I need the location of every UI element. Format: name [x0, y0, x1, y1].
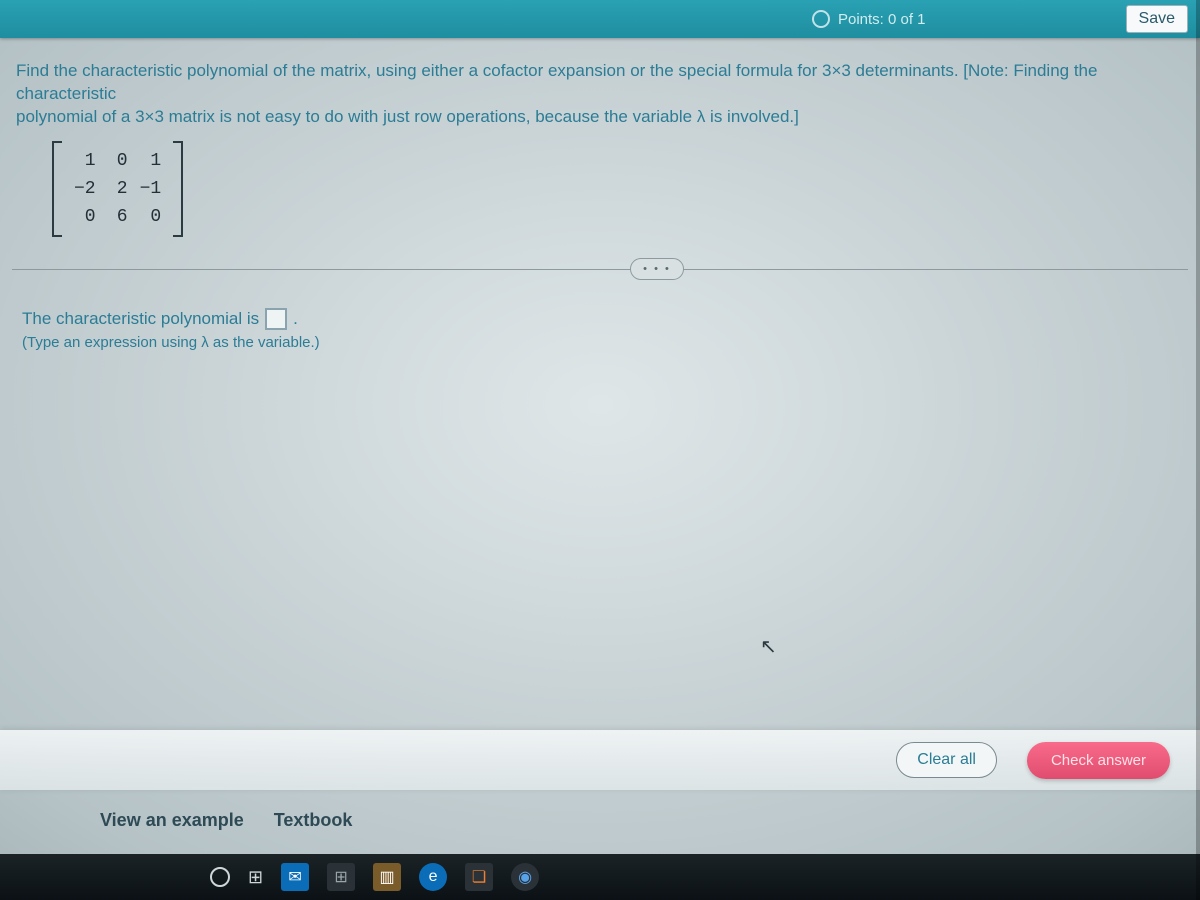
matrix-cell: 1: [68, 147, 102, 175]
task-view-icon[interactable]: ⊞: [248, 867, 263, 888]
helper-links: View an example Textbook: [0, 790, 1200, 850]
matrix-row: 0 6 0: [68, 203, 167, 231]
divider-line: [12, 269, 1188, 270]
matrix-cell: 0: [102, 147, 134, 175]
matrix-row: 1 0 1: [68, 147, 167, 175]
textbook-link[interactable]: Textbook: [274, 810, 353, 831]
matrix-cell: −2: [68, 175, 102, 203]
edge-icon[interactable]: e: [419, 863, 447, 891]
matrix-cell: 2: [102, 175, 134, 203]
app-topbar: Points: 0 of 1 Save: [0, 0, 1200, 38]
question-panel: Find the characteristic polynomial of th…: [2, 50, 1198, 351]
points-indicator: Points: 0 of 1: [812, 10, 926, 28]
cortana-icon[interactable]: [210, 867, 230, 887]
matrix-table: 1 0 1 −2 2 −1 0 6 0: [68, 147, 167, 231]
matrix-cell: 0: [134, 203, 168, 231]
clear-all-button[interactable]: Clear all: [896, 742, 997, 778]
points-ring-icon: [812, 10, 830, 28]
mail-icon[interactable]: ✉: [281, 863, 309, 891]
store-icon[interactable]: ⊞: [327, 863, 355, 891]
chrome-icon[interactable]: ◉: [511, 863, 539, 891]
question-text: Find the characteristic polynomial of th…: [2, 50, 1198, 137]
office-icon[interactable]: ❏: [465, 863, 493, 891]
question-line-2: polynomial of a 3×3 matrix is not easy t…: [16, 107, 799, 126]
file-explorer-icon[interactable]: ▥: [373, 863, 401, 891]
action-bar: Clear all Check answer: [0, 730, 1200, 790]
save-button[interactable]: Save: [1126, 5, 1188, 33]
answer-prompt-after: .: [293, 309, 298, 329]
matrix-row: −2 2 −1: [68, 175, 167, 203]
screen-edge: [1196, 0, 1200, 900]
matrix-cell: 6: [102, 203, 134, 231]
matrix-cell: 1: [134, 147, 168, 175]
answer-prompt: The characteristic polynomial is: [22, 309, 259, 329]
answer-input[interactable]: [265, 308, 287, 330]
cursor-icon: ↖: [760, 634, 777, 659]
answer-hint: (Type an expression using λ as the varia…: [22, 334, 1184, 351]
matrix-cell: −1: [134, 175, 168, 203]
section-divider: • • •: [2, 258, 1198, 282]
matrix-display: 1 0 1 −2 2 −1 0 6 0: [2, 137, 1198, 250]
answer-area: The characteristic polynomial is . (Type…: [2, 290, 1198, 351]
more-options-pill[interactable]: • • •: [630, 258, 684, 280]
matrix-cell: 0: [68, 203, 102, 231]
question-line-1: Find the characteristic polynomial of th…: [16, 61, 1097, 103]
matrix-brackets: 1 0 1 −2 2 −1 0 6 0: [52, 143, 183, 235]
check-answer-button[interactable]: Check answer: [1027, 742, 1170, 779]
view-example-link[interactable]: View an example: [100, 810, 244, 831]
windows-taskbar: ⊞ ✉ ⊞ ▥ e ❏ ◉: [0, 854, 1200, 900]
points-text: Points: 0 of 1: [838, 11, 926, 28]
